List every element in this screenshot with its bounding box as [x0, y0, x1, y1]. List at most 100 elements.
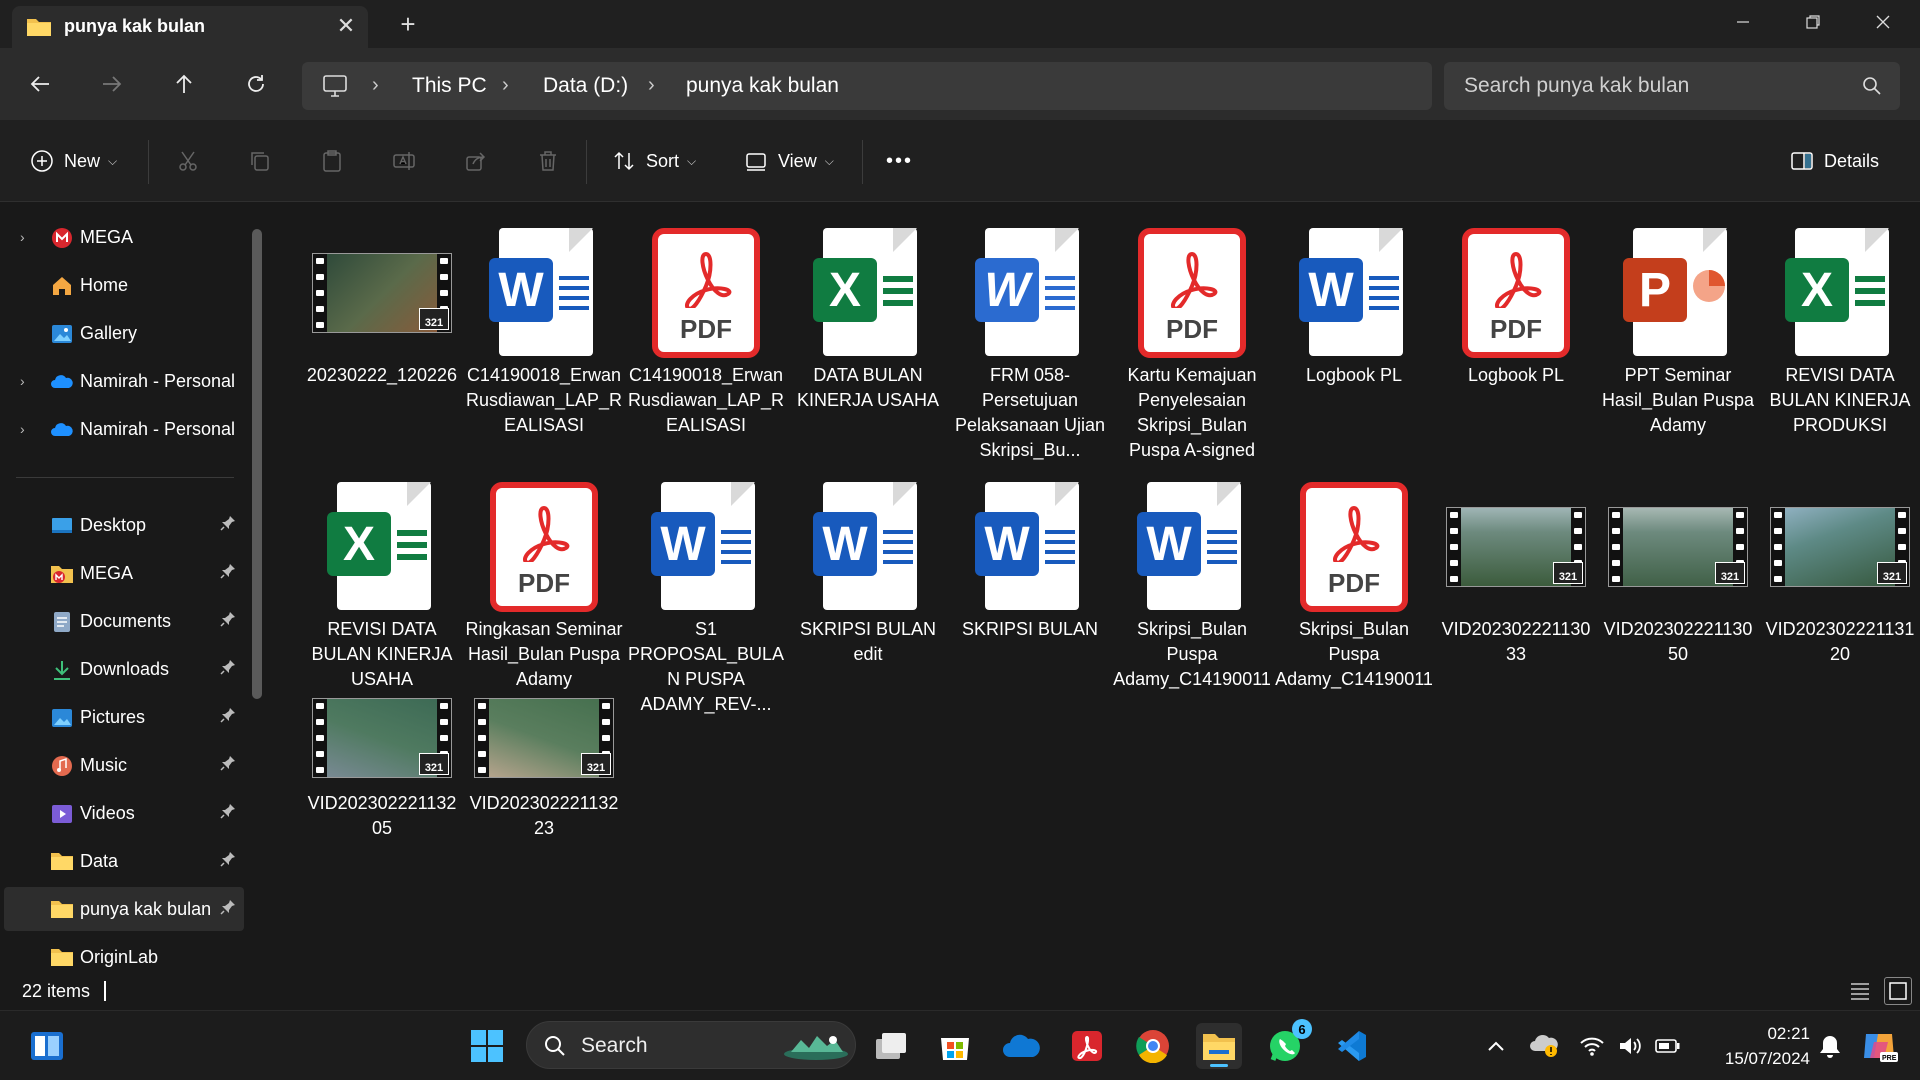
vscode-icon[interactable]	[1328, 1023, 1374, 1069]
copilot-icon[interactable]: PRE	[1856, 1023, 1902, 1069]
file-explorer-icon[interactable]	[1196, 1023, 1242, 1069]
details-view-icon[interactable]	[1848, 979, 1872, 1008]
sidebar-item-home[interactable]: Home	[4, 263, 244, 307]
onedrive-status-icon[interactable]	[1524, 1023, 1564, 1069]
more-options-button[interactable]: •••	[886, 140, 913, 182]
paste-button[interactable]	[320, 140, 344, 182]
sidebar-item-mega-folder[interactable]: MEGA	[4, 551, 244, 595]
breadcrumb-current-folder[interactable]: punya kak bulan	[686, 74, 839, 98]
breadcrumb-chevron-icon[interactable]: ›	[648, 74, 655, 97]
pin-icon[interactable]	[220, 659, 236, 680]
pin-icon[interactable]	[220, 755, 236, 776]
acrobat-icon[interactable]	[1064, 1023, 1110, 1069]
close-window-button[interactable]	[1848, 0, 1918, 44]
breadcrumb-this-pc[interactable]: This PC	[412, 74, 487, 98]
breadcrumb-data-drive[interactable]: Data (D:)	[543, 74, 628, 98]
taskbar-search[interactable]: Search	[526, 1021, 856, 1069]
restore-button[interactable]	[1778, 0, 1848, 44]
expand-chevron-icon[interactable]: ›	[20, 373, 25, 389]
sidebar-item-documents[interactable]: Documents	[4, 599, 244, 643]
copy-button[interactable]	[248, 140, 272, 182]
widgets-icon[interactable]	[24, 1023, 70, 1069]
sidebar-item-label: Downloads	[80, 658, 170, 679]
sort-button[interactable]: Sort ⌵	[612, 140, 696, 182]
sidebar-item-music[interactable]: Music	[4, 743, 244, 787]
task-view-icon[interactable]	[868, 1023, 914, 1069]
pin-icon[interactable]	[220, 899, 236, 920]
volume-icon[interactable]	[1612, 1023, 1648, 1069]
breadcrumb-chevron-icon[interactable]: ›	[502, 74, 509, 97]
gallery-icon	[50, 322, 74, 344]
file-name: REVISI DATA BULAN KINERJA PRODUKSI	[1769, 365, 1911, 435]
notification-badge: 6	[1292, 1019, 1312, 1039]
sidebar-item-videos[interactable]: Videos	[4, 791, 244, 835]
pictures-icon	[50, 706, 74, 728]
svg-text:PRE: PRE	[1882, 1055, 1897, 1062]
sidebar-item-onedrive-1[interactable]: › Namirah - Personal	[4, 359, 244, 403]
sidebar-item-downloads[interactable]: Downloads	[4, 647, 244, 691]
pdf-file-icon: PDF	[1113, 223, 1271, 363]
rename-button[interactable]	[392, 140, 416, 182]
mega-folder-icon	[50, 562, 74, 584]
view-label: View	[778, 150, 817, 171]
show-hidden-icons-chevron-icon[interactable]	[1478, 1023, 1514, 1069]
this-pc-icon[interactable]	[322, 74, 348, 103]
search-input[interactable]	[1444, 62, 1844, 110]
system-clock[interactable]: 02:21 15/07/2024	[1690, 1021, 1810, 1071]
pin-icon[interactable]	[220, 803, 236, 824]
refresh-button[interactable]	[236, 64, 276, 104]
cut-button[interactable]	[176, 140, 200, 182]
start-button[interactable]	[464, 1023, 510, 1069]
expand-chevron-icon[interactable]: ›	[20, 421, 25, 437]
delete-button[interactable]	[536, 140, 560, 182]
new-button[interactable]: New ⌵	[30, 140, 117, 182]
sidebar-item-punya-kak-bulan[interactable]: punya kak bulan	[4, 887, 244, 931]
sidebar-item-data[interactable]: Data	[4, 839, 244, 883]
onedrive-icon[interactable]	[998, 1023, 1044, 1069]
sidebar-item-pictures[interactable]: Pictures	[4, 695, 244, 739]
file-name: SKRIPSI BULAN	[961, 619, 1099, 639]
sidebar-scrollbar[interactable]	[252, 229, 262, 699]
whatsapp-icon[interactable]: 6	[1262, 1019, 1312, 1069]
search-icon[interactable]	[1862, 76, 1882, 101]
pin-icon[interactable]	[220, 707, 236, 728]
chrome-icon[interactable]	[1130, 1023, 1176, 1069]
pin-icon[interactable]	[220, 611, 236, 632]
sidebar-item-gallery[interactable]: Gallery	[4, 311, 244, 355]
window-tab[interactable]: punya kak bulan ✕	[12, 6, 368, 48]
expand-chevron-icon[interactable]: ›	[20, 229, 25, 245]
wifi-icon[interactable]	[1574, 1023, 1610, 1069]
pin-icon[interactable]	[220, 851, 236, 872]
word-file-icon: W	[789, 477, 947, 617]
file-name: Skripsi_Bulan Puspa Adamy_C14190011	[1113, 619, 1271, 689]
tiles-view-icon[interactable]	[1884, 977, 1912, 1005]
microsoft-store-icon[interactable]	[932, 1023, 978, 1069]
details-pane-icon	[1791, 152, 1813, 170]
sidebar-item-onedrive-2[interactable]: › Namirah - Personal	[4, 407, 244, 451]
share-button[interactable]	[464, 140, 488, 182]
back-button[interactable]	[20, 64, 60, 104]
onedrive-icon	[50, 370, 74, 392]
forward-button[interactable]	[92, 64, 132, 104]
toolbar-divider	[148, 140, 149, 184]
status-divider	[104, 981, 106, 1001]
battery-icon[interactable]	[1650, 1023, 1686, 1069]
tab-close-button[interactable]: ✕	[330, 10, 362, 42]
breadcrumb-chevron-icon[interactable]: ›	[372, 74, 379, 97]
up-button[interactable]	[164, 64, 204, 104]
sidebar-item-mega[interactable]: › MEGA	[4, 215, 244, 259]
file-name: 20230222_120226	[306, 365, 458, 385]
minimize-button[interactable]	[1708, 0, 1778, 44]
video-thumbnail: 321	[1599, 477, 1757, 617]
pin-icon[interactable]	[220, 563, 236, 584]
details-pane-button[interactable]: Details	[1790, 140, 1879, 182]
view-button[interactable]: View ⌵	[744, 140, 834, 182]
new-tab-button[interactable]: +	[392, 8, 424, 40]
address-bar[interactable]: › This PC › Data (D:) › punya kak bulan	[302, 62, 1432, 110]
sidebar-item-desktop[interactable]: Desktop	[4, 503, 244, 547]
search-box[interactable]	[1444, 62, 1900, 110]
videos-icon	[50, 802, 74, 824]
word-file-icon: W	[465, 223, 623, 363]
notification-bell-icon[interactable]	[1812, 1023, 1848, 1069]
pin-icon[interactable]	[220, 515, 236, 536]
